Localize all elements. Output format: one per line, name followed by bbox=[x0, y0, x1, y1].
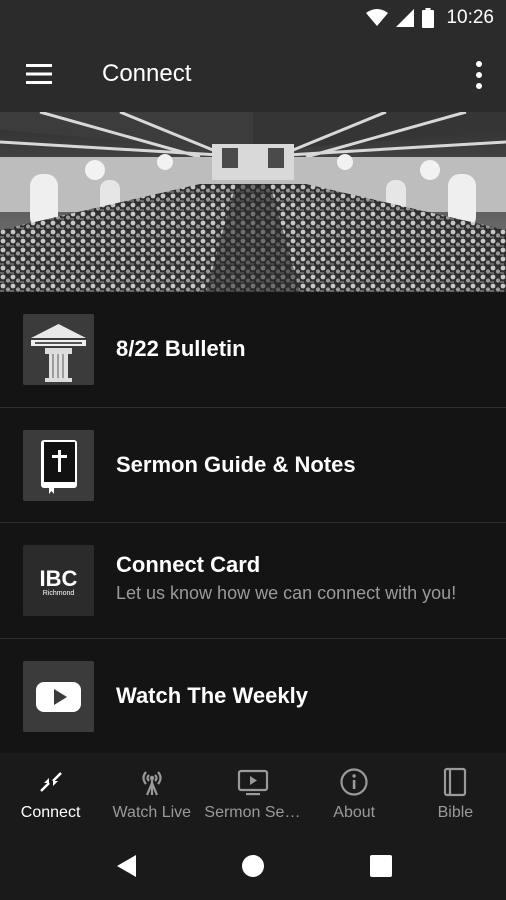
bottom-nav: Connect Watch Live Sermon Series About B… bbox=[0, 753, 506, 833]
battery-icon bbox=[422, 8, 435, 28]
status-bar: 10:26 bbox=[0, 0, 506, 37]
list-item-title: Watch The Weekly bbox=[116, 682, 308, 708]
list-item-title: Connect Card bbox=[116, 552, 261, 577]
list-item-title: 8/22 Bulletin bbox=[116, 336, 246, 361]
back-icon[interactable] bbox=[114, 853, 140, 879]
nav-label: About bbox=[333, 804, 376, 821]
content-list: 8/22 Bulletin Sermon Guide & Notes IBC R… bbox=[0, 292, 506, 754]
ibc-logo-text: IBC bbox=[40, 566, 78, 591]
nav-item-about[interactable]: About bbox=[304, 753, 405, 833]
broadcast-antenna-icon bbox=[142, 771, 162, 796]
nav-label: Sermon Series bbox=[204, 804, 304, 821]
status-time: 10:26 bbox=[446, 7, 494, 28]
list-item-title: Sermon Guide & Notes bbox=[116, 451, 356, 477]
system-nav-bar bbox=[0, 833, 506, 900]
connect-arrows-icon bbox=[39, 772, 62, 792]
nav-label: Connect bbox=[20, 804, 81, 821]
home-icon[interactable] bbox=[240, 853, 266, 879]
hamburger-menu-icon[interactable] bbox=[24, 61, 54, 87]
nav-item-connect[interactable]: Connect bbox=[0, 753, 101, 833]
church-sanctuary-photo bbox=[0, 112, 506, 292]
list-item-watch-weekly[interactable]: Watch The Weekly bbox=[0, 639, 506, 754]
list-item-subtitle: Let us know how we can connect with you! bbox=[116, 583, 457, 603]
status-icons: 10:26 bbox=[366, 6, 494, 30]
nav-item-watch-live[interactable]: Watch Live bbox=[101, 753, 202, 833]
ibc-logo: IBC Richmond bbox=[23, 545, 94, 616]
list-item-sermon-guide[interactable]: Sermon Guide & Notes bbox=[0, 408, 506, 523]
recents-icon[interactable] bbox=[368, 853, 394, 879]
page-title: Connect bbox=[102, 60, 192, 87]
book-icon bbox=[444, 767, 467, 797]
nav-item-bible[interactable]: Bible bbox=[405, 753, 506, 833]
nav-label: Bible bbox=[437, 804, 474, 821]
tv-play-icon bbox=[237, 769, 269, 796]
youtube-play-icon bbox=[23, 660, 94, 732]
nav-label: Watch Live bbox=[112, 804, 192, 821]
app-bar: Connect bbox=[0, 37, 506, 112]
list-item-bulletin[interactable]: 8/22 Bulletin bbox=[0, 292, 506, 408]
nav-item-sermon-series[interactable]: Sermon Series bbox=[202, 753, 304, 833]
wifi-icon bbox=[366, 9, 389, 26]
cell-signal-icon bbox=[396, 9, 415, 27]
info-icon bbox=[340, 768, 368, 796]
more-vertical-icon[interactable] bbox=[472, 59, 486, 91]
bible-book-icon bbox=[23, 429, 94, 501]
ibc-logo-subtext: Richmond bbox=[43, 590, 75, 597]
church-columns-icon bbox=[23, 314, 94, 385]
list-item-connect-card[interactable]: IBC Richmond Connect Card Let us know ho… bbox=[0, 523, 506, 639]
hero-image bbox=[0, 112, 506, 292]
